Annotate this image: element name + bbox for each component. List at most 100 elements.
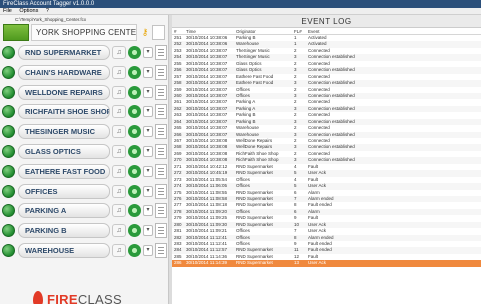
- speaker-icon[interactable]: ♫: [112, 244, 126, 257]
- zone-mode-button[interactable]: ▾: [143, 146, 153, 157]
- log-fl: 13: [294, 260, 300, 266]
- zone-status-button[interactable]: [128, 145, 141, 158]
- zone-status-button[interactable]: [128, 65, 141, 79]
- speaker-icon[interactable]: ♫: [112, 125, 126, 139]
- zone-row[interactable]: RND SUPERMARKET ♫ ▾: [0, 44, 168, 61]
- zone-status-button[interactable]: [128, 46, 141, 59]
- zone-row[interactable]: THESINGER MUSIC ♫ ▾: [0, 123, 168, 140]
- zone-name[interactable]: CHAIN'S HARDWARE: [18, 64, 110, 80]
- event-log-title: EVENT LOG: [172, 15, 481, 28]
- zone-status-icon: [2, 204, 15, 218]
- zone-name[interactable]: PARKING B: [18, 223, 110, 239]
- zone-status-icon: [2, 105, 15, 119]
- zone-status-icon: [2, 85, 15, 99]
- speaker-icon[interactable]: ♫: [112, 105, 126, 119]
- zone-row[interactable]: WELLDONE REPAIRS ♫ ▾: [0, 84, 168, 101]
- zone-mode-button[interactable]: ▾: [143, 47, 153, 58]
- zone-status-button[interactable]: [128, 244, 141, 257]
- zone-name[interactable]: RICHFAITH SHOE SHOP: [18, 104, 110, 120]
- zone-name[interactable]: GLASS OPTICS: [18, 144, 110, 159]
- zone-status-button[interactable]: [128, 125, 141, 139]
- menu-bar: File Options ?: [0, 8, 481, 15]
- file-path: C:\Temp\York_Shopping_Center.fcx: [15, 17, 87, 22]
- speaker-icon[interactable]: ♫: [112, 46, 126, 59]
- zone-row[interactable]: EATHERE FAST FOOD ♫ ▾: [0, 163, 168, 180]
- log-originator: RND Supermarket: [236, 260, 273, 266]
- zone-document-button[interactable]: [155, 45, 167, 60]
- zone-row[interactable]: PARKING B ♫ ▾: [0, 222, 168, 239]
- zone-status-icon: [2, 184, 15, 198]
- zone-mode-button[interactable]: ▾: [143, 106, 153, 118]
- zone-status-icon: [2, 65, 15, 79]
- speaker-icon[interactable]: ♫: [112, 184, 126, 198]
- site-header: YORK SHOPPING CENTER ⚷: [0, 24, 168, 42]
- speaker-icon[interactable]: ♫: [112, 204, 126, 218]
- zone-status-icon: [2, 145, 15, 158]
- zone-document-button[interactable]: [155, 223, 167, 239]
- zone-status-icon: [2, 125, 15, 139]
- fireclass-flame-icon: [33, 291, 43, 304]
- zone-document-button[interactable]: [155, 183, 167, 199]
- log-event: User Ack: [308, 260, 327, 266]
- zone-name[interactable]: THESINGER MUSIC: [18, 124, 110, 140]
- zone-mode-button[interactable]: ▾: [143, 245, 153, 256]
- zone-document-button[interactable]: [155, 104, 167, 120]
- zone-status-button[interactable]: [128, 105, 141, 119]
- event-log-panel: EVENT LOG # Time Originator FL# Event 25…: [172, 15, 481, 304]
- speaker-icon[interactable]: ♫: [112, 65, 126, 79]
- zone-mode-button[interactable]: ▾: [143, 185, 153, 197]
- zone-mode-button[interactable]: ▾: [143, 126, 153, 138]
- log-time: 30/10/2014 11:14:39: [186, 260, 227, 266]
- zone-name[interactable]: PARKING A: [18, 203, 110, 219]
- brand-logo: FIRECLASS: [47, 292, 122, 304]
- zone-row[interactable]: OFFICES ♫ ▾: [0, 183, 168, 200]
- zone-document-button[interactable]: [155, 243, 167, 258]
- zone-name[interactable]: OFFICES: [18, 183, 110, 199]
- zone-mode-button[interactable]: ▾: [143, 225, 153, 237]
- speaker-icon[interactable]: ♫: [112, 164, 126, 178]
- zone-status-button[interactable]: [128, 224, 141, 238]
- zone-document-button[interactable]: [155, 144, 167, 159]
- log-number: 286: [174, 260, 182, 266]
- speaker-icon[interactable]: ♫: [112, 145, 126, 158]
- zone-row[interactable]: PARKING A ♫ ▾: [0, 202, 168, 219]
- zone-document-button[interactable]: [155, 124, 167, 140]
- zone-mode-button[interactable]: ▾: [143, 165, 153, 177]
- zone-status-button[interactable]: [128, 164, 141, 178]
- log-row[interactable]: 286 30/10/2014 11:14:39 RND Supermarket 13 U…: [172, 260, 481, 267]
- speaker-icon[interactable]: ♫: [112, 224, 126, 238]
- zone-mode-button[interactable]: ▾: [143, 66, 153, 78]
- zone-row[interactable]: WAREHOUSE ♫ ▾: [0, 242, 168, 259]
- zone-name[interactable]: EATHERE FAST FOOD: [18, 163, 110, 179]
- zone-document-button[interactable]: [155, 163, 167, 179]
- site-icon: [3, 24, 29, 41]
- key-icon[interactable]: ⚷: [139, 26, 151, 38]
- zone-status-icon: [2, 164, 15, 178]
- menu-file[interactable]: File: [3, 8, 12, 14]
- zone-name[interactable]: WELLDONE REPAIRS: [18, 84, 110, 100]
- zone-status-button[interactable]: [128, 85, 141, 99]
- zone-row[interactable]: GLASS OPTICS ♫ ▾: [0, 143, 168, 160]
- zone-document-button[interactable]: [155, 84, 167, 100]
- zone-status-button[interactable]: [128, 204, 141, 218]
- zone-mode-button[interactable]: ▾: [143, 205, 153, 217]
- speaker-icon[interactable]: ♫: [112, 85, 126, 99]
- zone-status-icon: [2, 224, 15, 238]
- site-name: YORK SHOPPING CENTER: [31, 24, 137, 41]
- site-panel: C:\Temp\York_Shopping_Center.fcx YORK SH…: [0, 15, 168, 304]
- zone-status-icon: [2, 244, 15, 257]
- zone-mode-button[interactable]: ▾: [143, 86, 153, 98]
- zone-name[interactable]: RND SUPERMARKET: [18, 45, 110, 60]
- menu-help[interactable]: ?: [46, 8, 49, 14]
- zone-row[interactable]: RICHFAITH SHOE SHOP ♫ ▾: [0, 103, 168, 120]
- zone-document-button[interactable]: [155, 64, 167, 80]
- window-title: FireClass Account Tagger v1.0.0.0: [0, 0, 481, 8]
- menu-options[interactable]: Options: [19, 8, 38, 14]
- zone-name[interactable]: WAREHOUSE: [18, 243, 110, 258]
- zone-row[interactable]: CHAIN'S HARDWARE ♫ ▾: [0, 64, 168, 81]
- zone-status-icon: [2, 46, 15, 59]
- zone-status-button[interactable]: [128, 184, 141, 198]
- zone-document-button[interactable]: [155, 203, 167, 219]
- event-log-rows: 251 30/10/2014 10:38:06 Parking B 1 Activate…: [172, 35, 481, 267]
- site-document-button[interactable]: [152, 25, 165, 40]
